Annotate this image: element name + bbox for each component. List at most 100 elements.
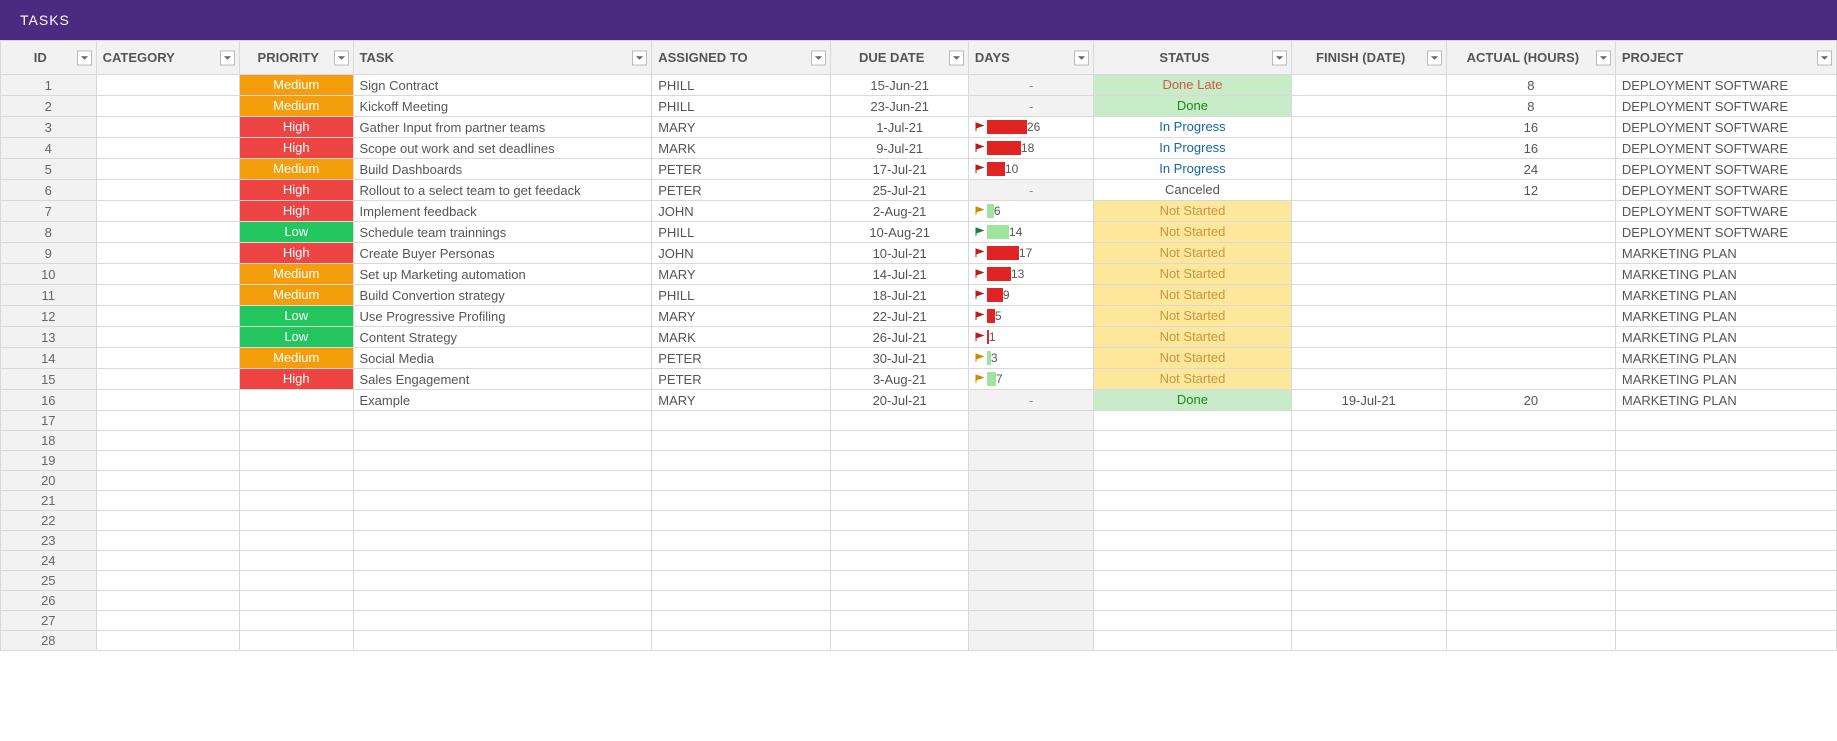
due-cell[interactable] — [831, 471, 968, 491]
actual-cell[interactable] — [1446, 201, 1615, 222]
due-cell[interactable]: 25-Jul-21 — [831, 180, 968, 201]
task-cell[interactable]: Sign Contract — [353, 75, 652, 96]
status-cell[interactable]: In Progress — [1094, 138, 1291, 159]
filter-dropdown-button[interactable] — [1817, 50, 1832, 65]
table-row-empty[interactable]: 28 — [1, 631, 1837, 651]
category-cell[interactable] — [96, 285, 239, 306]
column-header-status[interactable]: STATUS — [1094, 41, 1291, 75]
filter-dropdown-button[interactable] — [1596, 50, 1611, 65]
column-header-priority[interactable]: PRIORITY — [239, 41, 353, 75]
actual-cell[interactable] — [1446, 327, 1615, 348]
status-cell[interactable]: In Progress — [1094, 117, 1291, 138]
finish-cell[interactable] — [1291, 96, 1446, 117]
task-cell[interactable] — [353, 471, 652, 491]
priority-cell[interactable] — [239, 571, 353, 591]
priority-cell[interactable]: High — [239, 243, 353, 264]
finish-cell[interactable] — [1291, 117, 1446, 138]
project-cell[interactable] — [1615, 531, 1836, 551]
table-row[interactable]: 11 Medium Build Convertion strategy PHIL… — [1, 285, 1837, 306]
finish-cell[interactable] — [1291, 411, 1446, 431]
project-cell[interactable] — [1615, 611, 1836, 631]
due-cell[interactable]: 15-Jun-21 — [831, 75, 968, 96]
priority-cell[interactable] — [239, 431, 353, 451]
assigned-cell[interactable] — [652, 551, 831, 571]
project-cell[interactable]: DEPLOYMENT SOFTWARE — [1615, 201, 1836, 222]
task-cell[interactable] — [353, 411, 652, 431]
assigned-cell[interactable]: PETER — [652, 159, 831, 180]
project-cell[interactable]: MARKETING PLAN — [1615, 369, 1836, 390]
finish-cell[interactable] — [1291, 451, 1446, 471]
project-cell[interactable]: MARKETING PLAN — [1615, 306, 1836, 327]
finish-cell[interactable] — [1291, 180, 1446, 201]
status-cell[interactable]: Not Started — [1094, 264, 1291, 285]
priority-cell[interactable] — [239, 611, 353, 631]
due-cell[interactable]: 1-Jul-21 — [831, 117, 968, 138]
table-row-empty[interactable]: 27 — [1, 611, 1837, 631]
category-cell[interactable] — [96, 591, 239, 611]
task-cell[interactable] — [353, 591, 652, 611]
filter-dropdown-button[interactable] — [632, 50, 647, 65]
priority-cell[interactable]: Low — [239, 306, 353, 327]
due-cell[interactable] — [831, 431, 968, 451]
actual-cell[interactable]: 20 — [1446, 390, 1615, 411]
actual-cell[interactable]: 8 — [1446, 96, 1615, 117]
filter-dropdown-button[interactable] — [334, 50, 349, 65]
status-cell[interactable]: Not Started — [1094, 348, 1291, 369]
column-header-assigned[interactable]: ASSIGNED TO — [652, 41, 831, 75]
actual-cell[interactable] — [1446, 471, 1615, 491]
actual-cell[interactable]: 12 — [1446, 180, 1615, 201]
status-cell[interactable] — [1094, 511, 1291, 531]
status-cell[interactable]: Not Started — [1094, 222, 1291, 243]
priority-cell[interactable]: Medium — [239, 264, 353, 285]
assigned-cell[interactable] — [652, 511, 831, 531]
assigned-cell[interactable]: PHILL — [652, 96, 831, 117]
category-cell[interactable] — [96, 390, 239, 411]
table-row-empty[interactable]: 24 — [1, 551, 1837, 571]
finish-cell[interactable] — [1291, 591, 1446, 611]
assigned-cell[interactable] — [652, 491, 831, 511]
finish-cell[interactable] — [1291, 201, 1446, 222]
priority-cell[interactable]: High — [239, 180, 353, 201]
project-cell[interactable] — [1615, 451, 1836, 471]
status-cell[interactable] — [1094, 491, 1291, 511]
project-cell[interactable] — [1615, 411, 1836, 431]
table-row-empty[interactable]: 21 — [1, 491, 1837, 511]
actual-cell[interactable] — [1446, 631, 1615, 651]
due-cell[interactable]: 30-Jul-21 — [831, 348, 968, 369]
assigned-cell[interactable]: PETER — [652, 180, 831, 201]
priority-cell[interactable] — [239, 411, 353, 431]
task-cell[interactable] — [353, 551, 652, 571]
table-row[interactable]: 15 High Sales Engagement PETER 3-Aug-21 … — [1, 369, 1837, 390]
category-cell[interactable] — [96, 551, 239, 571]
actual-cell[interactable] — [1446, 431, 1615, 451]
project-cell[interactable]: MARKETING PLAN — [1615, 243, 1836, 264]
finish-cell[interactable] — [1291, 264, 1446, 285]
assigned-cell[interactable] — [652, 431, 831, 451]
status-cell[interactable] — [1094, 451, 1291, 471]
category-cell[interactable] — [96, 96, 239, 117]
task-cell[interactable] — [353, 431, 652, 451]
due-cell[interactable]: 26-Jul-21 — [831, 327, 968, 348]
status-cell[interactable] — [1094, 611, 1291, 631]
task-cell[interactable]: Schedule team trainnings — [353, 222, 652, 243]
status-cell[interactable] — [1094, 411, 1291, 431]
task-cell[interactable] — [353, 511, 652, 531]
assigned-cell[interactable] — [652, 451, 831, 471]
due-cell[interactable]: 10-Aug-21 — [831, 222, 968, 243]
priority-cell[interactable] — [239, 551, 353, 571]
project-cell[interactable]: MARKETING PLAN — [1615, 327, 1836, 348]
assigned-cell[interactable]: PHILL — [652, 222, 831, 243]
task-cell[interactable]: Implement feedback — [353, 201, 652, 222]
category-cell[interactable] — [96, 631, 239, 651]
task-cell[interactable]: Kickoff Meeting — [353, 96, 652, 117]
task-cell[interactable]: Gather Input from partner teams — [353, 117, 652, 138]
finish-cell[interactable] — [1291, 551, 1446, 571]
assigned-cell[interactable] — [652, 411, 831, 431]
actual-cell[interactable]: 16 — [1446, 117, 1615, 138]
project-cell[interactable] — [1615, 491, 1836, 511]
due-cell[interactable]: 9-Jul-21 — [831, 138, 968, 159]
priority-cell[interactable] — [239, 390, 353, 411]
assigned-cell[interactable]: MARY — [652, 117, 831, 138]
task-cell[interactable]: Rollout to a select team to get feedack — [353, 180, 652, 201]
project-cell[interactable]: DEPLOYMENT SOFTWARE — [1615, 180, 1836, 201]
